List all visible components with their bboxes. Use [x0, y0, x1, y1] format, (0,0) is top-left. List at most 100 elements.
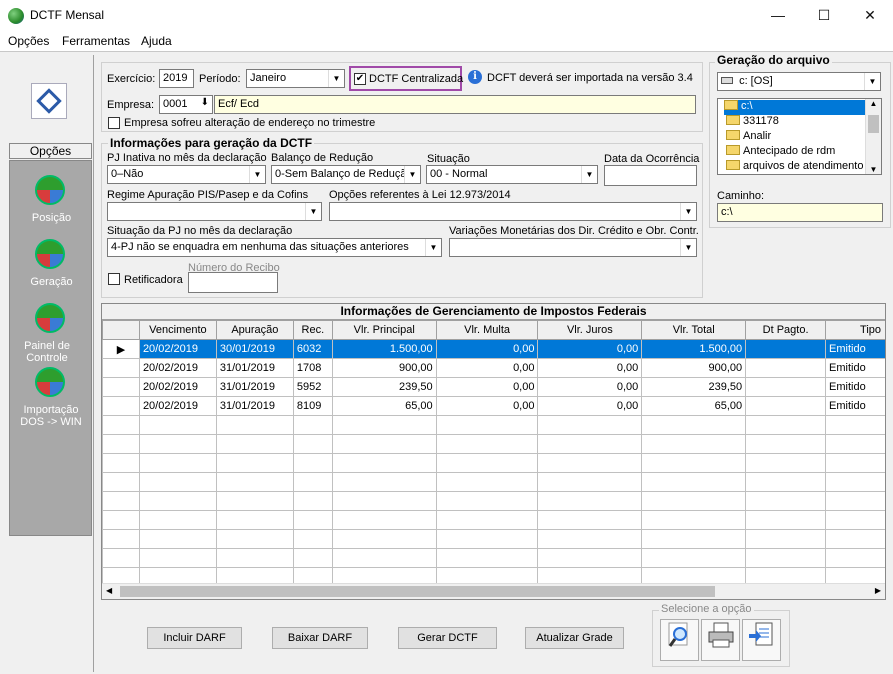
cell[interactable]: 0,00: [537, 358, 643, 378]
baixar-darf-button[interactable]: Baixar DARF: [272, 627, 368, 649]
scroll-up-icon[interactable]: ▲: [866, 99, 881, 108]
cell[interactable]: 31/01/2019: [215, 396, 294, 416]
chevron-down-icon[interactable]: ▼: [864, 73, 880, 90]
balanco-select[interactable]: 0-Sem Balanço de Redução ▼: [271, 165, 421, 184]
col-header[interactable]: [102, 320, 140, 340]
sidebar-item-painel[interactable]: Painel de Controle: [22, 340, 72, 364]
print-button[interactable]: [701, 619, 740, 661]
cell[interactable]: 30/01/2019: [215, 339, 294, 359]
opcoes-lei-select[interactable]: ▼: [329, 202, 697, 221]
chevron-down-icon[interactable]: ▼: [249, 166, 265, 183]
atualizar-grade-button[interactable]: Atualizar Grade: [525, 627, 624, 649]
cell[interactable]: 1708: [292, 358, 333, 378]
cell[interactable]: 1.500,00: [331, 339, 437, 359]
chevron-down-icon[interactable]: ▼: [425, 239, 441, 256]
cell[interactable]: [745, 396, 827, 416]
cell[interactable]: 0,00: [435, 396, 539, 416]
cell[interactable]: 900,00: [331, 358, 437, 378]
col-header[interactable]: Vencimento: [138, 320, 217, 340]
col-header[interactable]: Tipo: [825, 320, 885, 340]
cell[interactable]: 5952: [292, 377, 333, 397]
cell[interactable]: 20/02/2019: [138, 339, 217, 359]
col-header[interactable]: Vlr. Total: [641, 320, 747, 340]
col-header[interactable]: Apuração: [215, 320, 294, 340]
cell[interactable]: 65,00: [331, 396, 437, 416]
grid-hscrollbar[interactable]: ◀ ▶: [102, 583, 885, 599]
cell[interactable]: 31/01/2019: [215, 358, 294, 378]
cell[interactable]: 239,50: [331, 377, 437, 397]
folder-list[interactable]: c:\ 331178 Analir Antecipado de rdm arqu…: [717, 98, 882, 175]
cell[interactable]: Emitido: [825, 339, 885, 359]
chevron-down-icon[interactable]: ▼: [680, 239, 696, 256]
variacoes-select[interactable]: ▼: [449, 238, 697, 257]
cell[interactable]: 6032: [292, 339, 333, 359]
cell[interactable]: [745, 377, 827, 397]
cell[interactable]: 65,00: [641, 396, 747, 416]
cell[interactable]: [745, 339, 827, 359]
cell[interactable]: 31/01/2019: [215, 377, 294, 397]
cell[interactable]: 900,00: [641, 358, 747, 378]
cell[interactable]: 8109: [292, 396, 333, 416]
menu-opcoes[interactable]: Opções: [8, 34, 49, 48]
cell[interactable]: 0,00: [537, 396, 643, 416]
cell[interactable]: 0,00: [435, 377, 539, 397]
col-header[interactable]: Rec.: [292, 320, 333, 340]
folder-scrollbar[interactable]: ▲ ▼: [865, 99, 881, 174]
folder-item[interactable]: 331178: [726, 115, 779, 130]
scroll-right-icon[interactable]: ▶: [875, 586, 881, 595]
minimize-button[interactable]: —: [755, 0, 801, 31]
col-header[interactable]: Vlr. Juros: [537, 320, 643, 340]
recibo-input[interactable]: [188, 272, 278, 293]
chevron-down-icon[interactable]: ▼: [305, 203, 321, 220]
data-ocorrencia-input[interactable]: [604, 165, 697, 186]
geracao-icon[interactable]: [35, 239, 65, 269]
chevron-down-icon[interactable]: ▼: [404, 166, 420, 183]
cell[interactable]: 239,50: [641, 377, 747, 397]
cell[interactable]: 20/02/2019: [138, 377, 217, 397]
menu-ajuda[interactable]: Ajuda: [141, 34, 172, 48]
table-row[interactable]: 20/02/2019 31/01/2019 8109 65,00 0,00 0,…: [102, 396, 885, 416]
sidebar-item-geracao[interactable]: Geração: [10, 276, 93, 288]
export-button[interactable]: [742, 619, 781, 661]
table-row[interactable]: ▶ 20/02/2019 30/01/2019 6032 1.500,00 0,…: [102, 339, 885, 359]
cell[interactable]: Emitido: [825, 377, 885, 397]
endereco-checkbox[interactable]: [108, 117, 120, 129]
folder-item[interactable]: arquivos de atendimento: [726, 160, 863, 175]
pj-inativa-select[interactable]: 0–Não ▼: [107, 165, 266, 184]
regime-select[interactable]: ▼: [107, 202, 322, 221]
exercicio-input[interactable]: 2019: [159, 69, 194, 88]
cell[interactable]: 0,00: [537, 377, 643, 397]
lookup-icon[interactable]: ⬇: [201, 97, 209, 108]
scroll-thumb[interactable]: [120, 586, 715, 597]
folder-item[interactable]: c:\: [724, 100, 865, 115]
cell[interactable]: Emitido: [825, 358, 885, 378]
gerar-dctf-button[interactable]: Gerar DCTF: [398, 627, 497, 649]
drive-select[interactable]: c: [OS] ▼: [717, 72, 881, 91]
situacao-select[interactable]: 00 - Normal ▼: [426, 165, 598, 184]
cell[interactable]: 1.500,00: [641, 339, 747, 359]
painel-controle-icon[interactable]: [35, 303, 65, 333]
cell[interactable]: 0,00: [537, 339, 643, 359]
folder-item[interactable]: Analir: [726, 130, 771, 145]
scroll-left-icon[interactable]: ◀: [106, 586, 112, 595]
cell[interactable]: 20/02/2019: [138, 358, 217, 378]
col-header[interactable]: Vlr. Multa: [435, 320, 539, 340]
col-header[interactable]: Dt Pagto.: [745, 320, 827, 340]
table-row[interactable]: 20/02/2019 31/01/2019 1708 900,00 0,00 0…: [102, 358, 885, 378]
centralizada-checkbox[interactable]: ✔: [354, 73, 366, 85]
sidebar-item-posicao[interactable]: Posição: [10, 212, 93, 224]
importacao-icon[interactable]: [35, 367, 65, 397]
posicao-icon[interactable]: [35, 175, 65, 205]
maximize-button[interactable]: ☐: [801, 0, 847, 31]
periodo-select[interactable]: Janeiro ▼: [246, 69, 345, 88]
col-header[interactable]: Vlr. Principal: [331, 320, 437, 340]
empresa-code-input[interactable]: 0001 ⬇: [159, 95, 213, 114]
sidebar-item-importacao[interactable]: Importação DOS -> WIN: [15, 404, 87, 428]
cell[interactable]: 0,00: [435, 339, 539, 359]
scroll-down-icon[interactable]: ▼: [866, 165, 881, 174]
close-button[interactable]: ✕: [847, 0, 893, 31]
incluir-darf-button[interactable]: Incluir DARF: [147, 627, 242, 649]
preview-button[interactable]: [660, 619, 699, 661]
situacao-pj-select[interactable]: 4-PJ não se enquadra em nenhuma das situ…: [107, 238, 442, 257]
chevron-down-icon[interactable]: ▼: [581, 166, 597, 183]
